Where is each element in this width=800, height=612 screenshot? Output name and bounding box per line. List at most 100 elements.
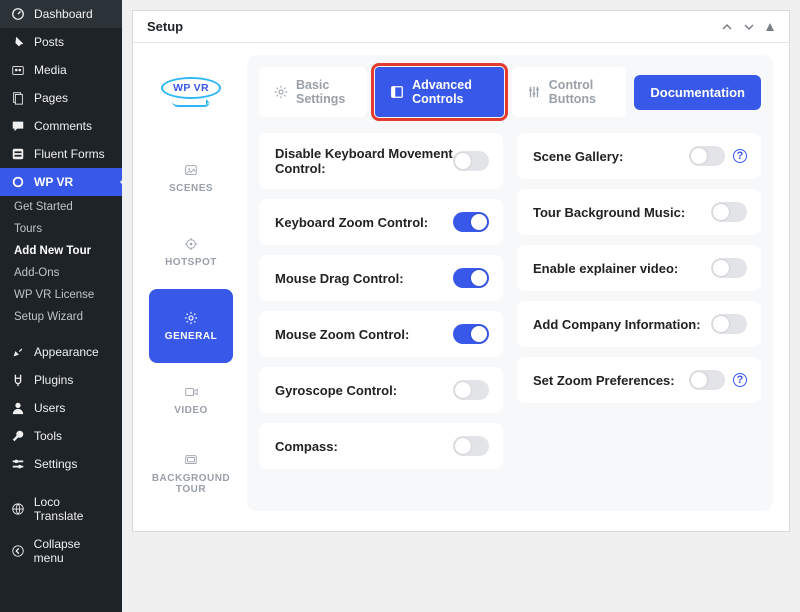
panel-icon <box>390 85 404 99</box>
wpvr-logo-text: WP VR <box>161 77 221 99</box>
admin-submenu-label: Add New Tour <box>14 245 91 257</box>
admin-menu-item[interactable]: Settings <box>0 450 122 478</box>
setting-row: Disable Keyboard Movement Control: <box>259 133 503 189</box>
tab-label: Basic Settings <box>296 78 352 106</box>
setting-toggle[interactable] <box>453 324 489 344</box>
admin-menu-label: Appearance <box>34 345 99 359</box>
info-icon[interactable]: ? <box>733 373 747 387</box>
metabox-body: WP VR SCENES HOTSPOT GENERAL VIDEO BACKGROUN… <box>133 43 789 531</box>
admin-menu-label: Loco Translate <box>34 495 112 523</box>
admin-submenu-item[interactable]: Add New Tour <box>0 240 122 262</box>
admin-submenu-item[interactable]: WP VR License <box>0 284 122 306</box>
setting-toggle[interactable] <box>689 370 725 390</box>
setting-label: Mouse Drag Control: <box>275 271 404 286</box>
admin-menu-item[interactable]: Media <box>0 56 122 84</box>
setting-row: Gyroscope Control: <box>259 367 503 413</box>
admin-menu-item[interactable]: Pages <box>0 84 122 112</box>
gear-icon <box>184 311 198 325</box>
admin-menu-item[interactable]: WP VR <box>0 168 122 196</box>
setting-label: Scene Gallery: <box>533 149 623 164</box>
documentation-button[interactable]: Documentation <box>634 75 761 110</box>
admin-menu-label: Dashboard <box>34 7 93 21</box>
admin-menu-item[interactable]: Posts <box>0 28 122 56</box>
vtab-label: VIDEO <box>170 405 212 416</box>
admin-menu-label: Collapse menu <box>34 537 112 565</box>
vtab-scenes[interactable]: SCENES <box>149 141 233 215</box>
admin-menu-item[interactable]: Comments <box>0 112 122 140</box>
setting-toggle[interactable] <box>453 212 489 232</box>
admin-menu-label: Posts <box>34 35 64 49</box>
setting-row: Compass: <box>259 423 503 469</box>
metabox-toggle[interactable] <box>765 21 775 33</box>
admin-menu-label: Pages <box>34 91 68 105</box>
loco-icon <box>10 502 26 516</box>
setting-toggle[interactable] <box>711 258 747 278</box>
admin-submenu-item[interactable]: Get Started <box>0 196 122 218</box>
vtab-background-tour[interactable]: BACKGROUND TOUR <box>149 437 233 511</box>
metabox-title: Setup <box>147 19 183 34</box>
admin-menu-label: Tools <box>34 429 62 443</box>
setting-row: Mouse Drag Control: <box>259 255 503 301</box>
tab-label: Advanced Controls <box>412 78 489 106</box>
media-icon <box>10 63 26 77</box>
configuration-panel: WP VR SCENES HOTSPOT GENERAL VIDEO BACKGROUN… <box>149 55 773 511</box>
setting-toggle[interactable] <box>453 268 489 288</box>
settings-grid: Disable Keyboard Movement Control: Keyboa… <box>259 133 761 469</box>
metabox-move-up[interactable] <box>721 21 733 33</box>
setting-toggle[interactable] <box>453 380 489 400</box>
forms-icon <box>10 147 26 161</box>
admin-submenu-item[interactable]: Add-Ons <box>0 262 122 284</box>
admin-menu-item[interactable]: Plugins <box>0 366 122 394</box>
admin-menu-label: Comments <box>34 119 92 133</box>
admin-menu-label: Plugins <box>34 373 73 387</box>
metabox-move-down[interactable] <box>743 21 755 33</box>
setting-label: Keyboard Zoom Control: <box>275 215 428 230</box>
setting-toggle[interactable] <box>711 314 747 334</box>
admin-submenu-label: Add-Ons <box>14 267 59 279</box>
setting-label: Add Company Information: <box>533 317 701 332</box>
admin-submenu-label: Setup Wizard <box>14 311 83 323</box>
target-icon <box>184 237 198 251</box>
vtab-label: HOTSPOT <box>161 257 221 268</box>
setting-toggle[interactable] <box>453 151 489 171</box>
users-icon <box>10 401 26 415</box>
tab-advanced-controls[interactable]: Advanced Controls <box>375 67 504 117</box>
setting-toggle[interactable] <box>689 146 725 166</box>
pages-icon <box>10 91 26 105</box>
settings-panel: Basic Settings Advanced Controls Control B… <box>247 55 773 511</box>
info-icon[interactable]: ? <box>733 149 747 163</box>
gear-icon <box>274 85 288 99</box>
setting-row: Scene Gallery:? <box>517 133 761 179</box>
image-icon <box>184 163 198 177</box>
setting-toggle[interactable] <box>453 436 489 456</box>
admin-menu-item[interactable]: Tools <box>0 422 122 450</box>
admin-menu-item[interactable]: Fluent Forms <box>0 140 122 168</box>
admin-submenu-item[interactable]: Setup Wizard <box>0 306 122 328</box>
tab-basic-settings[interactable]: Basic Settings <box>259 67 367 117</box>
dashboard-icon <box>10 7 26 21</box>
tools-icon <box>10 429 26 443</box>
admin-menu-item[interactable]: Collapse menu <box>0 530 122 572</box>
vtab-hotspot[interactable]: HOTSPOT <box>149 215 233 289</box>
admin-submenu-item[interactable]: Tours <box>0 218 122 240</box>
vtab-video[interactable]: VIDEO <box>149 363 233 437</box>
admin-menu-item[interactable]: Dashboard <box>0 0 122 28</box>
tab-control-buttons[interactable]: Control Buttons <box>512 67 627 117</box>
sliders-icon <box>527 85 541 99</box>
plugins-icon <box>10 373 26 387</box>
bgtour-icon <box>184 453 198 467</box>
setting-toggle[interactable] <box>711 202 747 222</box>
appearance-icon <box>10 345 26 359</box>
vtab-label: SCENES <box>165 183 217 194</box>
vtab-general[interactable]: GENERAL <box>149 289 233 363</box>
setting-row: Add Company Information: <box>517 301 761 347</box>
admin-menu-item[interactable]: Users <box>0 394 122 422</box>
top-tab-row: Basic Settings Advanced Controls Control B… <box>259 67 761 117</box>
setting-row: Keyboard Zoom Control: <box>259 199 503 245</box>
wpvr-icon <box>10 175 26 189</box>
admin-menu-item[interactable]: Loco Translate <box>0 488 122 530</box>
admin-sidebar: Dashboard Posts Media Pages Comments Fluent F… <box>0 0 122 612</box>
setting-row: Tour Background Music: <box>517 189 761 235</box>
vertical-tab-strip: WP VR SCENES HOTSPOT GENERAL VIDEO BACKGROUN… <box>149 55 233 511</box>
admin-menu-item[interactable]: Appearance <box>0 338 122 366</box>
